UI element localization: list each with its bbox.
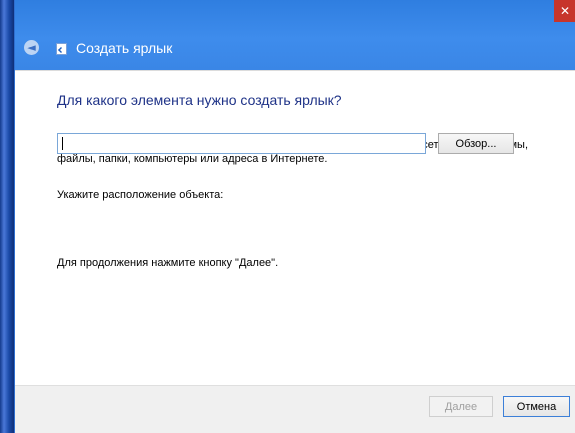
shortcut-icon	[56, 43, 67, 55]
location-label: Укажите расположение объекта:	[57, 189, 224, 201]
create-shortcut-window: ✕ ◄ Создать ярлык Для какого элемента ну…	[14, 0, 575, 433]
cancel-button[interactable]: Отмена	[503, 396, 570, 417]
continue-hint: Для продолжения нажмите кнопку "Далее".	[57, 257, 279, 269]
page-heading: Для какого элемента нужно создать ярлык?	[57, 92, 342, 108]
text-caret	[62, 137, 63, 150]
wizard-content: Для какого элемента нужно создать ярлык?…	[15, 70, 575, 386]
title-bar: ✕ ◄ Создать ярлык	[15, 0, 575, 70]
back-arrow-icon[interactable]: ◄	[24, 40, 39, 55]
window-title: Создать ярлык	[76, 40, 173, 56]
location-input[interactable]	[57, 133, 426, 154]
close-button[interactable]: ✕	[554, 0, 575, 22]
next-button[interactable]: Далее	[429, 396, 493, 417]
browse-button[interactable]: Обзор...	[438, 133, 514, 154]
